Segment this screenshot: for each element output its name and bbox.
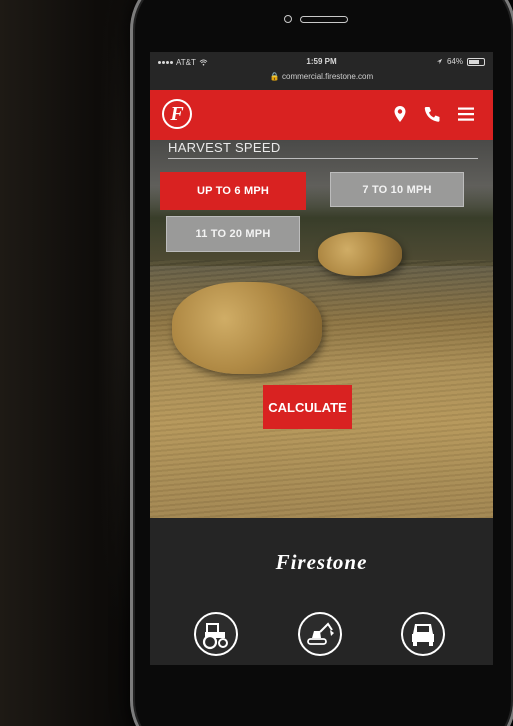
battery-percent: 64% bbox=[446, 57, 463, 66]
tractor-icon[interactable] bbox=[194, 612, 238, 656]
hay-bale-foreground bbox=[172, 282, 322, 374]
excavator-icon[interactable] bbox=[298, 612, 342, 656]
firestone-logo[interactable]: F bbox=[162, 99, 192, 129]
battery-icon bbox=[467, 57, 485, 66]
menu-icon[interactable] bbox=[456, 104, 476, 124]
calculate-button[interactable]: CALCULATE bbox=[263, 385, 352, 429]
url-bar[interactable]: 🔒 commercial.firestone.com bbox=[150, 72, 493, 81]
firestone-wordmark: Firestone bbox=[275, 550, 368, 574]
earpiece-speaker bbox=[300, 16, 348, 23]
truck-icon[interactable] bbox=[401, 612, 445, 656]
status-bar: AT&T 1:59 PM 64% 🔒 commercial.firestone.… bbox=[150, 52, 493, 90]
phone-screen: AT&T 1:59 PM 64% 🔒 commercial.firestone.… bbox=[150, 52, 493, 665]
nav-header: F bbox=[150, 90, 493, 140]
speed-option-7-to-10[interactable]: 7 TO 10 MPH bbox=[330, 172, 464, 207]
location-pin-icon[interactable] bbox=[390, 104, 410, 124]
phone-icon[interactable] bbox=[422, 104, 442, 124]
title-divider bbox=[168, 158, 478, 159]
front-camera bbox=[284, 15, 292, 23]
lock-icon: 🔒 bbox=[269, 72, 280, 81]
status-right: 64% bbox=[436, 57, 485, 66]
hay-bale-background bbox=[318, 232, 402, 276]
speed-option-11-to-20[interactable]: 11 TO 20 MPH bbox=[166, 216, 300, 252]
speed-option-up-to-6[interactable]: UP TO 6 MPH bbox=[160, 172, 306, 210]
hero-field-image: UP TO 6 MPH 7 TO 10 MPH 11 TO 20 MPH bbox=[150, 140, 493, 518]
section-title: HARVEST SPEED bbox=[168, 140, 281, 155]
location-arrow-icon bbox=[436, 58, 443, 65]
footer: Firestone bbox=[150, 518, 493, 665]
url-text: commercial.firestone.com bbox=[282, 72, 374, 81]
background bbox=[0, 0, 140, 726]
